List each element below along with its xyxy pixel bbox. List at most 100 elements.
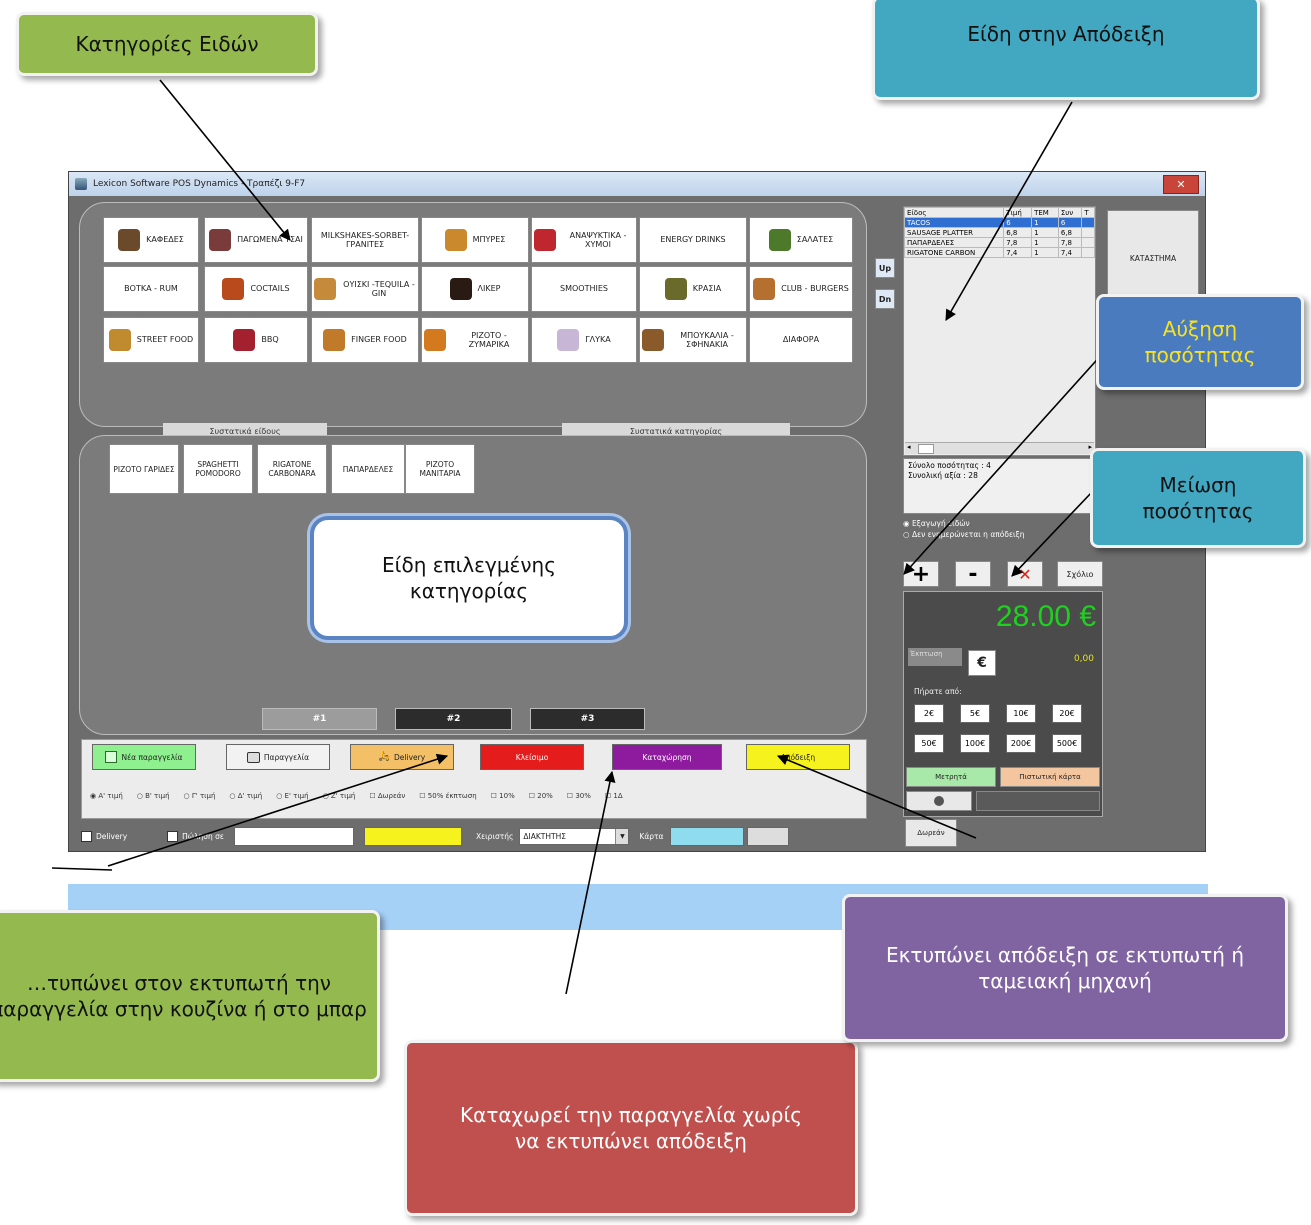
category-button[interactable]: SMOOTHIES xyxy=(531,266,637,312)
money-note-button[interactable]: 500€ xyxy=(1052,734,1082,753)
receipt-scrollbar[interactable]: ◂ ▸ xyxy=(905,442,1094,454)
receipt-row[interactable]: SAUSAGE PLATTER 6,8 1 6,8 xyxy=(904,227,1095,238)
scroll-down-button[interactable]: Dn xyxy=(875,289,895,309)
category-button[interactable]: ΓΛΥΚΑ xyxy=(531,317,637,363)
money-note-button[interactable]: 100€ xyxy=(960,734,990,753)
wine-icon xyxy=(664,278,687,300)
new-order-button[interactable]: Νέα παραγγελία xyxy=(92,744,196,770)
register-button[interactable]: Καταχώρηση xyxy=(612,744,722,770)
item-button[interactable]: SPAGHETTI POMODORO xyxy=(183,444,253,494)
category-button[interactable]: ΚΑΦΕΔΕΣ xyxy=(103,217,199,263)
summary-value: Συνολική αξία : 28 xyxy=(908,470,978,480)
price-option[interactable]: ☐ Δωρεάν xyxy=(369,792,405,800)
price-option[interactable]: ☐ 50% έκπτωση xyxy=(419,792,476,800)
price-option[interactable]: ☐ 10% xyxy=(491,792,515,800)
category-button[interactable]: ΚΡΑΣΙΑ xyxy=(639,266,747,312)
price-option[interactable]: ○ Γ' τιμή xyxy=(184,792,216,800)
price-option[interactable]: ○ Ζ' τιμή xyxy=(323,792,356,800)
scroll-up-button[interactable]: Up xyxy=(875,258,895,278)
category-button[interactable]: ΑΝΑΨΥΚΤΙΚΑ - ΧΥΜΟΙ xyxy=(531,217,637,263)
window-title: Lexicon Software POS Dynamics - Τραπέζι … xyxy=(93,179,306,189)
price-option[interactable]: ○ Δ' τιμή xyxy=(229,792,262,800)
store-button[interactable]: ΚΑΤΑΣΤΗΜΑ xyxy=(1107,210,1199,306)
new-order-label: Νέα παραγγελία xyxy=(121,752,183,762)
category-button[interactable]: ENERGY DRINKS xyxy=(639,217,747,263)
category-button[interactable]: ΔΙΑΦΟΡΑ xyxy=(749,317,853,363)
category-button[interactable]: ΣΑΛΑΤΕΣ xyxy=(749,217,853,263)
page-3-button[interactable]: #3 xyxy=(530,708,645,730)
whisky-icon xyxy=(314,278,336,300)
delivery-button[interactable]: 🛵 Delivery xyxy=(350,744,454,770)
price-option[interactable]: ○ Ε' τιμή xyxy=(276,792,308,800)
close-order-button[interactable]: Κλείσιμο xyxy=(480,744,584,770)
delete-item-button[interactable]: ✕ xyxy=(1007,561,1043,587)
category-button[interactable]: STREET FOOD xyxy=(103,317,199,363)
category-button[interactable]: ΡΙΖΟΤΟ - ΖΥΜΑΡΙΚΑ xyxy=(421,317,529,363)
register-label: Καταχώρηση xyxy=(642,752,692,762)
item-button[interactable]: ΠΑΠΑΡΔΕΛΕΣ xyxy=(331,444,405,494)
price-option[interactable]: ○ Β' τιμή xyxy=(137,792,170,800)
money-note-button[interactable]: 5€ xyxy=(960,704,990,723)
receipt-column-header[interactable]: Συν xyxy=(1057,207,1083,218)
category-button[interactable]: ΠΑΓΩΜΕΝΑ ΤΣΑΙ xyxy=(204,217,308,263)
money-note-button[interactable]: 200€ xyxy=(1006,734,1036,753)
customer-field[interactable] xyxy=(976,791,1100,811)
receipt-button[interactable]: Απόδειξη xyxy=(746,744,850,770)
price-option[interactable]: ☐ 20% xyxy=(529,792,553,800)
receipt-column-header[interactable]: Τιμή xyxy=(1003,207,1033,218)
scroll-thumb[interactable] xyxy=(918,444,934,454)
page-1-button[interactable]: #1 xyxy=(262,708,377,730)
receipt-cell: 6 xyxy=(1057,217,1083,228)
card-payment-button[interactable]: Πιστωτική κάρτα xyxy=(1000,767,1100,787)
card-field[interactable] xyxy=(669,826,744,846)
receipt-column-header[interactable]: Είδος xyxy=(904,207,1005,218)
delivery-checkbox[interactable] xyxy=(81,830,92,842)
price-option[interactable]: ☐ 1Δ xyxy=(605,792,623,800)
customer-button[interactable] xyxy=(906,791,972,811)
money-note-button[interactable]: 50€ xyxy=(914,734,944,753)
euro-button[interactable]: € xyxy=(968,650,996,676)
export-radio[interactable]: ◉ Εξαγωγή ειδών xyxy=(903,518,1103,529)
no-update-radio-label: Δεν ενημερώνεται η απόδειξη xyxy=(911,530,1025,540)
category-button[interactable]: CLUB - BURGERS xyxy=(749,266,853,312)
category-button[interactable]: FINGER FOOD xyxy=(311,317,419,363)
category-button[interactable]: ΜΠΥΡΕΣ xyxy=(421,217,529,263)
sale-checkbox[interactable] xyxy=(167,830,179,842)
order-button[interactable]: Παραγγελία xyxy=(226,744,330,770)
decrease-quantity-button[interactable]: - xyxy=(955,561,991,587)
price-option[interactable]: ◉ Α' τιμή xyxy=(90,792,123,800)
receipt-row[interactable]: TACOS 6 1 6 xyxy=(904,217,1095,228)
yellow-field[interactable] xyxy=(363,826,462,846)
category-button[interactable]: BBQ xyxy=(204,317,308,363)
close-window-button[interactable]: ✕ xyxy=(1163,175,1199,194)
comment-button[interactable]: Σχόλιο xyxy=(1057,561,1103,587)
discount-label: Έκπτωση xyxy=(908,648,962,666)
item-button[interactable]: ΡΙΖΟΤΟ ΓΑΡΙΔΕΣ xyxy=(109,444,179,494)
sale-select[interactable] xyxy=(233,826,354,846)
bottles-icon xyxy=(642,329,664,351)
no-update-radio[interactable]: ○ Δεν ενημερώνεται η απόδειξη xyxy=(903,529,1103,540)
category-button[interactable]: ΜΠΟΥΚΑΛΙΑ - ΣΦΗΝΑΚΙΑ xyxy=(639,317,747,363)
cash-button[interactable]: Μετρητά xyxy=(906,767,996,787)
money-note-button[interactable]: 2€ xyxy=(914,704,944,723)
item-button[interactable]: RIGATONE CARBONARA xyxy=(257,444,327,494)
card-browse-button[interactable] xyxy=(746,826,789,846)
category-button[interactable]: ΛΙΚΕΡ xyxy=(421,266,529,312)
category-button[interactable]: COCTAILS xyxy=(204,266,308,312)
category-button[interactable]: ΟΥΙΣΚΙ -TEQUILA - GIN xyxy=(311,266,419,312)
category-button[interactable]: ΒΟΤΚΑ - RUM xyxy=(103,266,199,312)
money-note-button[interactable]: 20€ xyxy=(1052,704,1082,723)
gift-button[interactable]: Δωρεάν xyxy=(905,819,957,847)
page-2-button[interactable]: #2 xyxy=(395,708,512,730)
receipt-row[interactable]: RIGATONE CARBON 7,4 1 7,4 xyxy=(904,247,1095,258)
receipt-cell: 7,4 xyxy=(1003,247,1033,258)
category-button[interactable]: MILKSHAKES-SORBET-ΓΡΑΝΙΤΕΣ xyxy=(311,217,419,263)
cashier-select[interactable]: ΔΙΑΚΤΗΤΗΣ ▼ xyxy=(519,827,630,845)
receipt-row[interactable]: ΠΑΠΑΡΔΕΛΕΣ 7,8 1 7,8 xyxy=(904,237,1095,248)
receipt-column-header[interactable]: Τ xyxy=(1081,207,1095,218)
money-note-button[interactable]: 10€ xyxy=(1006,704,1036,723)
price-option[interactable]: ☐ 30% xyxy=(567,792,591,800)
increase-quantity-button[interactable]: + xyxy=(903,561,939,587)
receipt-column-header[interactable]: ΤΕΜ xyxy=(1031,207,1059,218)
item-button[interactable]: ΡΙΖΟΤΟ ΜΑΝΙΤΑΡΙΑ xyxy=(405,444,475,494)
